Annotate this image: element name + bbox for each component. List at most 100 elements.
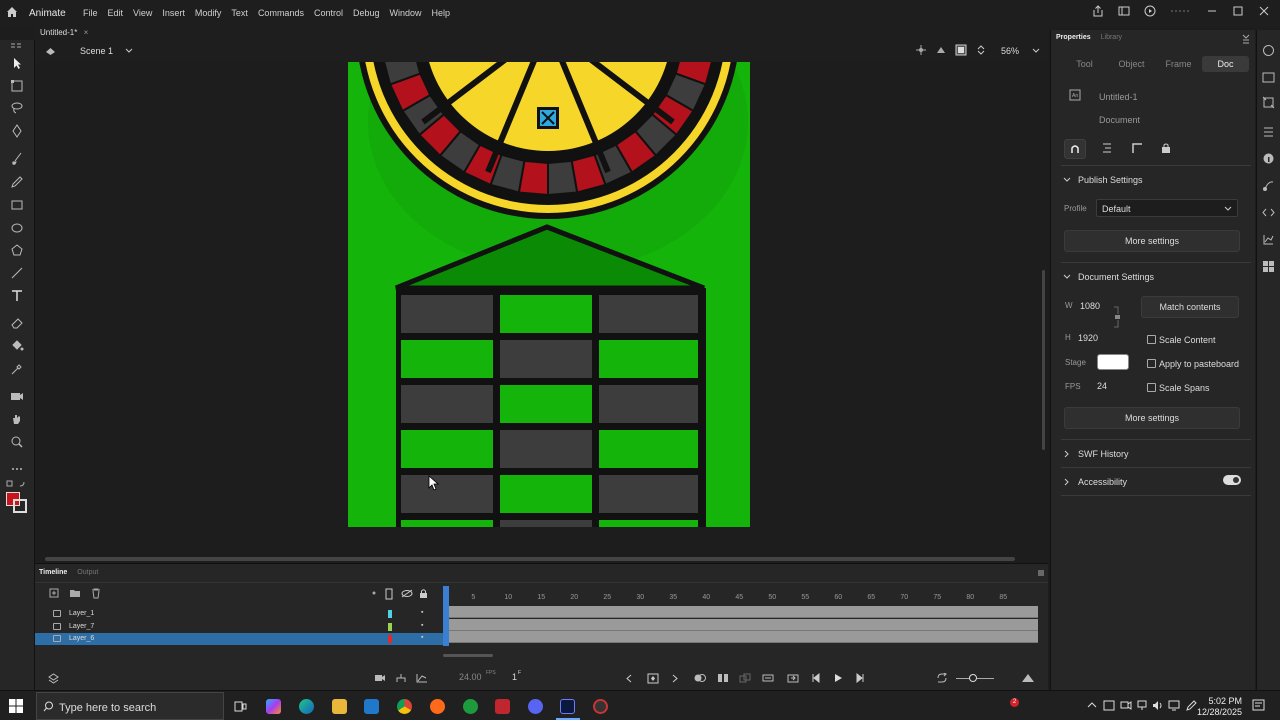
pen-tray-icon[interactable] xyxy=(1185,700,1197,711)
swatches-panel-icon[interactable] xyxy=(1262,260,1275,273)
next-keyframe-icon[interactable] xyxy=(671,674,679,683)
lock-icon[interactable] xyxy=(1160,142,1172,154)
layer-row[interactable]: Layer_7 ▪ xyxy=(35,621,445,633)
menu-insert[interactable]: Insert xyxy=(162,8,185,18)
height-input[interactable]: 1920 xyxy=(1078,333,1098,343)
volume-icon[interactable] xyxy=(1152,700,1164,711)
board-cell[interactable] xyxy=(500,430,592,468)
board-cell[interactable] xyxy=(599,520,698,527)
frame-row[interactable] xyxy=(443,618,1038,631)
frame-row[interactable] xyxy=(443,606,1038,618)
menu-modify[interactable]: Modify xyxy=(195,8,222,18)
notifications-icon[interactable] xyxy=(1252,699,1265,712)
accessibility-toggle[interactable] xyxy=(1223,475,1241,485)
board-cell[interactable] xyxy=(599,385,698,423)
step-forward-icon[interactable] xyxy=(855,673,865,683)
panel-menu-icon[interactable] xyxy=(10,42,22,50)
xbox-icon[interactable] xyxy=(463,699,478,714)
pencil-tool-icon[interactable] xyxy=(10,175,24,189)
taskbar-search[interactable]: Type here to search xyxy=(36,692,224,720)
more-tools-icon[interactable] xyxy=(10,462,24,476)
info-panel-icon[interactable] xyxy=(1262,152,1275,165)
corner-icon[interactable] xyxy=(1131,142,1143,154)
layer-depth-icon[interactable] xyxy=(48,673,59,684)
delete-layer-icon[interactable] xyxy=(91,588,101,599)
edge-icon[interactable] xyxy=(299,699,314,714)
share-icon[interactable] xyxy=(1092,5,1104,17)
obs-icon[interactable] xyxy=(593,699,608,714)
fit-frames-icon[interactable] xyxy=(936,673,948,683)
polystar-tool-icon[interactable] xyxy=(10,243,24,257)
camera-tool-icon[interactable] xyxy=(10,389,24,403)
rectangle-tool-icon[interactable] xyxy=(10,198,24,212)
board-cell[interactable] xyxy=(401,340,493,378)
code-snippets-icon[interactable] xyxy=(1262,206,1275,219)
acrobat-icon[interactable] xyxy=(495,699,510,714)
publish-settings-title[interactable]: Publish Settings xyxy=(1078,175,1143,185)
camera-icon[interactable] xyxy=(374,673,386,683)
windows-start-icon[interactable] xyxy=(9,699,23,713)
layer-name[interactable]: Layer_6 xyxy=(69,635,94,642)
animate-taskbar-icon[interactable] xyxy=(560,699,575,714)
graph-icon[interactable] xyxy=(416,673,428,683)
scale-spans-checkbox[interactable] xyxy=(1147,383,1156,392)
lasso-tool-icon[interactable] xyxy=(10,101,24,115)
display-icon[interactable] xyxy=(1168,700,1180,711)
transform-panel-icon[interactable] xyxy=(1262,96,1275,109)
tab-doc[interactable]: Doc xyxy=(1202,56,1249,72)
layer-lock-icon[interactable]: ▪ xyxy=(421,609,423,616)
pen-tool-icon[interactable] xyxy=(10,124,24,138)
board-cell[interactable] xyxy=(599,295,698,333)
chrome-icon[interactable] xyxy=(397,699,412,714)
menu-text[interactable]: Text xyxy=(231,8,248,18)
frame-display[interactable]: 1 xyxy=(512,672,517,682)
text-tool-icon[interactable] xyxy=(10,289,24,303)
outline-icon[interactable] xyxy=(385,588,393,600)
swap-colors-icon[interactable] xyxy=(6,480,28,488)
selection-tool-icon[interactable] xyxy=(10,56,24,70)
layer-lock-icon[interactable]: ▪ xyxy=(421,622,423,629)
fps-input[interactable]: 24 xyxy=(1097,381,1107,391)
swf-history-title[interactable]: SWF History xyxy=(1078,449,1129,459)
line-tool-icon[interactable] xyxy=(10,266,24,280)
document-tab[interactable]: Untitled-1* × xyxy=(40,28,88,37)
zoom-stepper-icon[interactable] xyxy=(975,44,987,56)
eyedropper-tool-icon[interactable] xyxy=(10,362,24,376)
color-panel-icon[interactable] xyxy=(1262,233,1275,246)
document-settings-title[interactable]: Document Settings xyxy=(1078,272,1154,282)
fps-display[interactable]: 24.00 xyxy=(459,672,482,682)
profile-select[interactable]: Default xyxy=(1096,199,1238,217)
loop-icon[interactable] xyxy=(787,673,799,683)
layer-name[interactable]: Layer_7 xyxy=(69,623,94,630)
accessibility-title[interactable]: Accessibility xyxy=(1078,477,1127,487)
network-icon[interactable] xyxy=(1136,700,1148,711)
board-cell[interactable] xyxy=(401,430,493,468)
board-cell[interactable] xyxy=(401,475,493,513)
chevron-down-icon[interactable] xyxy=(1063,273,1071,281)
board-cell[interactable] xyxy=(599,475,698,513)
motion-presets-icon[interactable] xyxy=(1262,179,1275,192)
tab-properties[interactable]: Properties xyxy=(1056,34,1091,41)
board-cell[interactable] xyxy=(599,430,698,468)
brush-tool-icon[interactable] xyxy=(10,152,24,166)
menu-view[interactable]: View xyxy=(133,8,152,18)
zoom-tool-icon[interactable] xyxy=(10,435,24,449)
system-clock[interactable]: 5:02 PM 12/28/2025 xyxy=(1197,696,1242,718)
test-movie-icon[interactable] xyxy=(1144,5,1156,17)
match-contents-button[interactable]: Match contents xyxy=(1141,296,1239,318)
align-panel-icon[interactable] xyxy=(1262,126,1275,139)
board-cell[interactable] xyxy=(500,475,592,513)
layer-color-swatch[interactable] xyxy=(388,610,392,618)
tab-frame[interactable]: Frame xyxy=(1155,56,1202,72)
layer-color-swatch[interactable] xyxy=(388,635,392,643)
highlight-layers-icon[interactable] xyxy=(371,590,377,596)
frame-row[interactable] xyxy=(443,631,1038,643)
timeline-scrollbar[interactable] xyxy=(443,654,493,657)
step-back-icon[interactable] xyxy=(811,673,821,683)
close-icon[interactable] xyxy=(1258,5,1270,17)
paint-bucket-tool-icon[interactable] xyxy=(10,339,24,353)
board-cell[interactable] xyxy=(500,340,592,378)
stage-canvas[interactable] xyxy=(348,62,750,527)
library-panel-icon[interactable] xyxy=(1262,71,1275,84)
document-more-settings-button[interactable]: More settings xyxy=(1064,407,1240,429)
